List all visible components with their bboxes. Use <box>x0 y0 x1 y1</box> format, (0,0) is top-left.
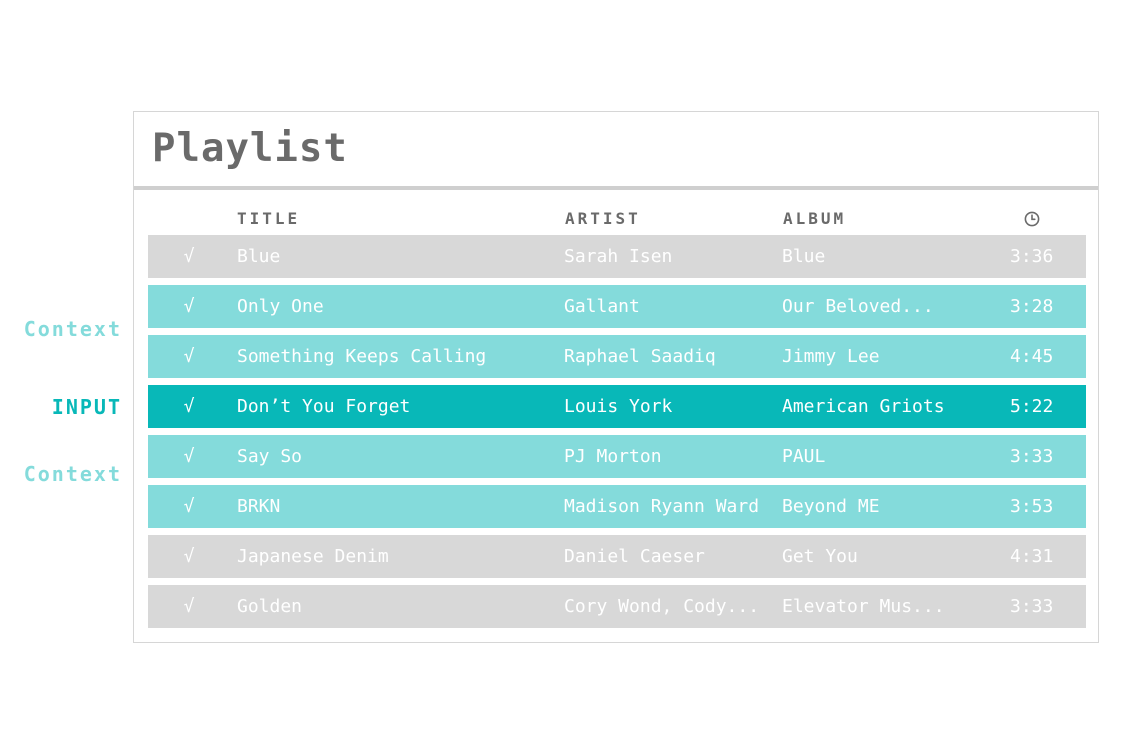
checkmark-icon[interactable]: √ <box>182 335 196 378</box>
track-duration: 4:31 <box>1010 546 1054 567</box>
track-duration: 3:33 <box>1010 596 1054 617</box>
checkmark-icon[interactable]: √ <box>182 385 196 428</box>
checkmark-icon[interactable]: √ <box>182 535 196 578</box>
checkmark-icon[interactable]: √ <box>182 235 196 278</box>
context-label-bottom: Context <box>23 462 122 486</box>
track-duration: 3:28 <box>1010 296 1054 317</box>
track-row[interactable]: √ Don’t You Forget Louis York American G… <box>148 385 1086 428</box>
column-header-artist[interactable]: ARTIST <box>565 209 641 229</box>
track-row[interactable]: √ Golden Cory Wond, Cody... Elevator Mus… <box>148 585 1086 628</box>
track-title: Only One <box>237 296 324 317</box>
track-title: Japanese Denim <box>237 546 389 567</box>
track-album: American Griots <box>782 396 945 417</box>
track-album: Elevator Mus... <box>782 596 945 617</box>
playlist-header: Playlist <box>134 112 1098 190</box>
track-row[interactable]: √ Japanese Denim Daniel Caeser Get You 4… <box>148 535 1086 578</box>
track-album: PAUL <box>782 446 826 467</box>
track-title: Say So <box>237 446 303 467</box>
track-artist: Gallant <box>564 296 640 317</box>
track-title: Something Keeps Calling <box>237 346 487 367</box>
checkmark-icon[interactable]: √ <box>182 485 196 528</box>
column-headers: TITLE ARTIST ALBUM <box>148 209 1086 229</box>
checkmark-icon[interactable]: √ <box>182 435 196 478</box>
track-row[interactable]: √ Something Keeps Calling Raphael Saadiq… <box>148 335 1086 378</box>
checkmark-icon[interactable]: √ <box>182 285 196 328</box>
playlist-panel: Playlist TITLE ARTIST ALBUM √ Blue Sarah… <box>133 111 1099 643</box>
track-artist: Sarah Isen <box>564 246 673 267</box>
track-title: Don’t You Forget <box>237 396 411 417</box>
column-header-album[interactable]: ALBUM <box>783 209 846 229</box>
track-title: BRKN <box>237 496 281 517</box>
track-row[interactable]: √ Blue Sarah Isen Blue 3:36 <box>148 235 1086 278</box>
track-album: Our Beloved... <box>782 296 934 317</box>
track-row[interactable]: √ BRKN Madison Ryann Ward Beyond ME 3:53 <box>148 485 1086 528</box>
clock-icon[interactable] <box>1024 211 1040 227</box>
track-duration: 5:22 <box>1010 396 1054 417</box>
track-artist: Louis York <box>564 396 673 417</box>
track-artist: Raphael Saadiq <box>564 346 716 367</box>
track-duration: 3:33 <box>1010 446 1054 467</box>
track-album: Jimmy Lee <box>782 346 880 367</box>
checkmark-icon[interactable]: √ <box>182 585 196 628</box>
track-duration: 3:53 <box>1010 496 1054 517</box>
track-duration: 3:36 <box>1010 246 1054 267</box>
track-list: √ Blue Sarah Isen Blue 3:36 √ Only One G… <box>148 235 1086 635</box>
track-artist: PJ Morton <box>564 446 662 467</box>
track-artist: Madison Ryann Ward <box>564 496 760 517</box>
track-album: Beyond ME <box>782 496 880 517</box>
track-artist: Cory Wond, Cody... <box>564 596 760 617</box>
track-title: Blue <box>237 246 281 267</box>
track-duration: 4:45 <box>1010 346 1054 367</box>
input-label: INPUT <box>51 395 122 419</box>
column-header-title[interactable]: TITLE <box>237 209 300 229</box>
track-album: Get You <box>782 546 858 567</box>
page-title: Playlist <box>152 126 348 171</box>
track-row[interactable]: √ Say So PJ Morton PAUL 3:33 <box>148 435 1086 478</box>
track-artist: Daniel Caeser <box>564 546 705 567</box>
track-title: Golden <box>237 596 303 617</box>
context-label-top: Context <box>23 317 122 341</box>
track-album: Blue <box>782 246 826 267</box>
track-row[interactable]: √ Only One Gallant Our Beloved... 3:28 <box>148 285 1086 328</box>
